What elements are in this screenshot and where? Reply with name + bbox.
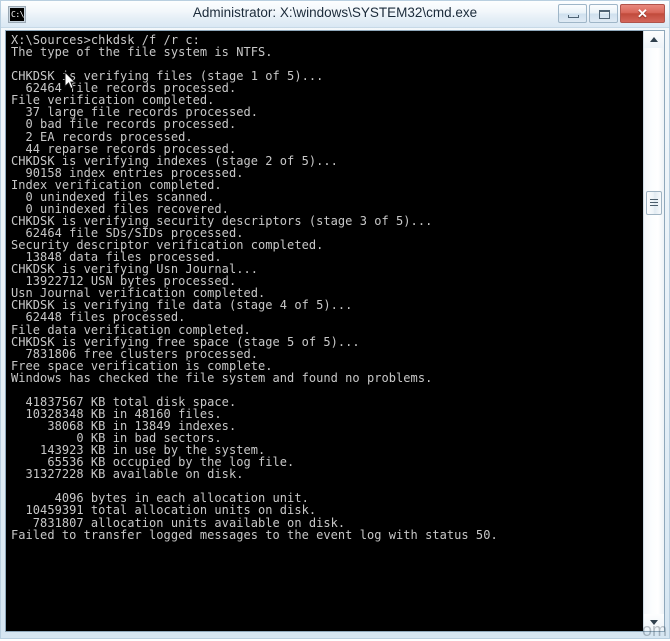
restore-icon xyxy=(599,10,610,19)
chevron-down-icon xyxy=(650,620,658,625)
console-output-surface[interactable]: X:\Sources>chkdsk /f /r c: The type of t… xyxy=(6,31,643,631)
grip-icon xyxy=(650,199,658,208)
maximize-restore-button[interactable] xyxy=(589,4,618,23)
title-bar[interactable]: C:\_ Administrator: X:\windows\SYSTEM32\… xyxy=(1,1,669,28)
close-icon: ✕ xyxy=(637,6,648,21)
minimize-button[interactable] xyxy=(558,4,587,23)
window-controls: ✕ xyxy=(558,4,665,23)
console-client-area[interactable]: X:\Sources>chkdsk /f /r c: The type of t… xyxy=(5,30,665,632)
scroll-down-button[interactable] xyxy=(644,614,664,631)
scrollbar-thumb[interactable] xyxy=(646,191,662,215)
scroll-up-button[interactable] xyxy=(644,31,664,48)
console-output-text: X:\Sources>chkdsk /f /r c: The type of t… xyxy=(11,33,498,542)
cmd-window: C:\_ Administrator: X:\windows\SYSTEM32\… xyxy=(0,0,670,640)
minimize-icon xyxy=(568,15,579,18)
chevron-up-icon xyxy=(650,37,658,42)
close-button[interactable]: ✕ xyxy=(620,4,665,23)
vertical-scrollbar[interactable] xyxy=(643,31,664,631)
